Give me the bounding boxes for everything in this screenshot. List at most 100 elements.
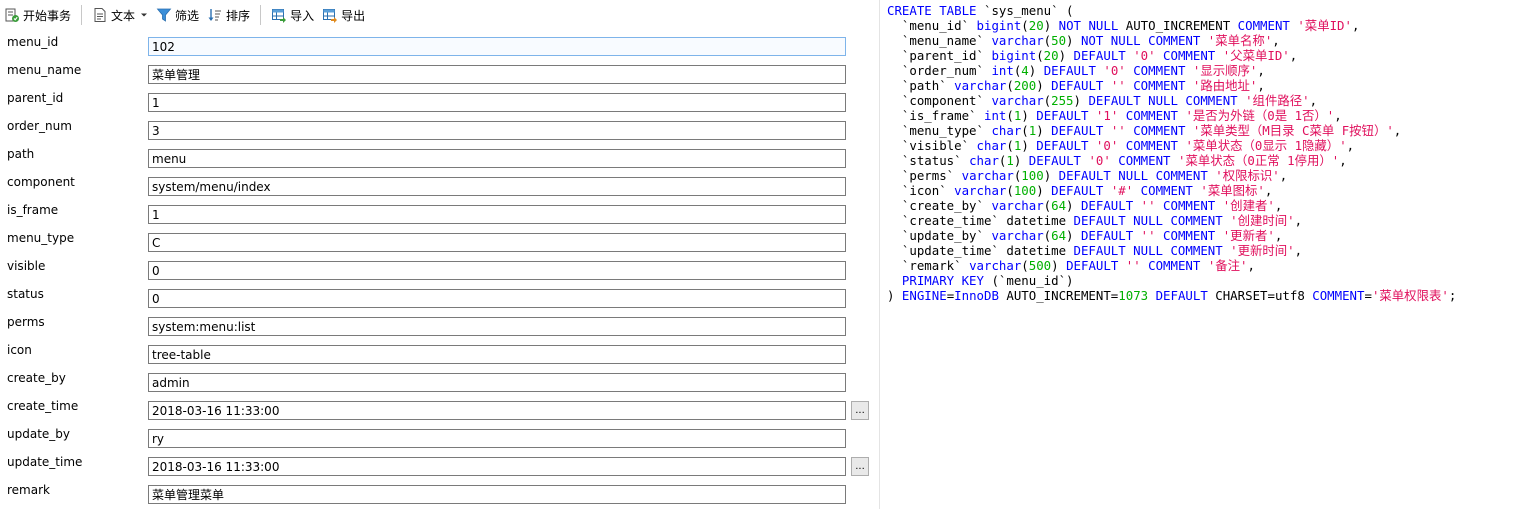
ddl-line: `parent_id` bigint(20) DEFAULT '0' COMME… [887,48,1456,63]
ddl-token: (`menu_id`) [991,273,1074,288]
ddl-token: '0' [1088,153,1111,168]
ddl-token: AUTO_INCREMENT [1125,18,1238,33]
datetime-picker-button[interactable]: ... [851,401,869,420]
component-field[interactable] [148,177,846,196]
ddl-token: ) [1013,153,1029,168]
ddl-token: ( [1006,78,1014,93]
ddl-token: COMMENT [1118,108,1186,123]
field-row-visible: visible [0,256,877,284]
perms-field[interactable] [148,317,846,336]
ddl-token: COMMENT [1312,288,1365,303]
ddl-token: ) [1051,258,1067,273]
ddl-token: `menu_id` [887,18,977,33]
ddl-token: bigint [976,18,1022,33]
menu-name-field[interactable] [148,65,846,84]
ddl-token: 200 [1013,78,1037,93]
sort-icon [208,9,222,21]
ddl-token: DEFAULT [1028,153,1089,168]
ddl-token: 20 [1043,48,1059,63]
ddl-line: `perms` varchar(100) DEFAULT NULL COMMEN… [887,168,1456,183]
path-field[interactable] [148,149,846,168]
create-time-field[interactable] [148,401,846,420]
ddl-token: `parent_id` [887,48,992,63]
ddl-token: `is_frame` [887,108,984,123]
ddl-token: 100 [1021,168,1044,183]
field-row-order-num: order_num [0,116,877,144]
visible-field[interactable] [148,261,846,280]
field-row-perms: perms [0,312,877,340]
ddl-token: ( [1021,123,1029,138]
menu-id-field[interactable] [148,37,846,56]
ddl-pane: CREATE TABLE `sys_menu` ( `menu_id` bigi… [880,0,1514,509]
update-by-field[interactable] [148,429,846,448]
ddl-token: DEFAULT [1036,138,1096,153]
ddl-line: `path` varchar(200) DEFAULT '' COMMENT '… [887,78,1456,93]
export-label: 导出 [341,8,366,23]
import-table-icon [272,9,287,23]
ddl-token: '创建时间' [1230,213,1295,228]
ddl-token: '' [1125,258,1141,273]
create-by-field[interactable] [148,373,846,392]
ddl-token: '菜单图标' [1200,183,1265,198]
icon-field[interactable] [148,345,846,364]
ddl-token: ( [1006,108,1014,123]
field-label: is_frame [7,203,59,217]
ddl-token: , [1351,18,1360,33]
filter-icon [156,8,172,22]
ddl-line: `menu_type` char(1) DEFAULT '' COMMENT '… [887,123,1456,138]
ddl-token: 4 [1021,63,1029,78]
field-row-menu-id: menu_id [0,32,877,60]
field-row-menu-name: menu_name [0,60,877,88]
ddl-token: DEFAULT [1051,183,1111,198]
ddl-token: COMMENT [1237,18,1298,33]
begin-transaction-button[interactable]: 开始事务 [0,3,75,27]
update-time-field[interactable] [148,457,846,476]
export-button[interactable]: 导出 [318,3,369,27]
ddl-token: int [983,108,1007,123]
ddl-token: COMMENT [1110,153,1178,168]
ddl-token: , [1294,213,1303,228]
ddl-token: PRIMARY KEY [887,273,992,288]
ddl-token: `order_num` [887,63,992,78]
ddl-token: '菜单名称' [1207,33,1273,48]
ddl-token: DEFAULT [1080,228,1141,243]
ddl-token: DEFAULT [1148,288,1216,303]
ddl-token: `perms` [887,168,962,183]
order-num-field[interactable] [148,121,846,140]
ddl-token: ( [1043,33,1052,48]
is-frame-field[interactable] [148,205,846,224]
ddl-token: , [1334,108,1342,123]
ddl-token: InnoDB [954,288,1007,303]
import-button[interactable]: 导入 [267,3,318,27]
ddl-token: ( [1021,18,1029,33]
ddl-token: ) [1021,138,1037,153]
ddl-token: varchar [961,168,1014,183]
menu-type-field[interactable] [148,233,846,252]
datetime-picker-button[interactable]: ... [851,457,869,476]
ddl-token: varchar [991,198,1044,213]
status-field[interactable] [148,289,846,308]
ddl-token: '0' [1103,63,1126,78]
remark-field[interactable] [148,485,846,504]
ddl-token: ) [1036,183,1052,198]
field-label: create_by [7,371,66,385]
record-form-pane: 开始事务 文本 筛选 排序 导入 导出 menu_id 102 menu_nam… [0,0,877,509]
ddl-token: `visible` [887,138,977,153]
ddl-token: '菜单类型（M目录 C菜单 F按钮）' [1192,123,1394,138]
document-icon [94,8,106,22]
field-label: icon [7,343,32,357]
ddl-token: ( [1043,93,1052,108]
sort-button[interactable]: 排序 [203,3,254,27]
ddl-token: ) [1058,48,1074,63]
parent-id-field[interactable] [148,93,846,112]
ddl-token: 1073 [1118,288,1149,303]
ddl-token: '' [1140,228,1156,243]
ddl-token: , [1274,198,1283,213]
ddl-token: ) [1066,228,1081,243]
text-view-button[interactable]: 文本 [88,3,152,27]
filter-button[interactable]: 筛选 [152,3,203,27]
field-row-is-frame: is_frame [0,200,877,228]
field-label: status [7,287,44,301]
ddl-line: `update_time` datetime DEFAULT NULL COMM… [887,243,1456,258]
ddl-token: , [1339,153,1347,168]
